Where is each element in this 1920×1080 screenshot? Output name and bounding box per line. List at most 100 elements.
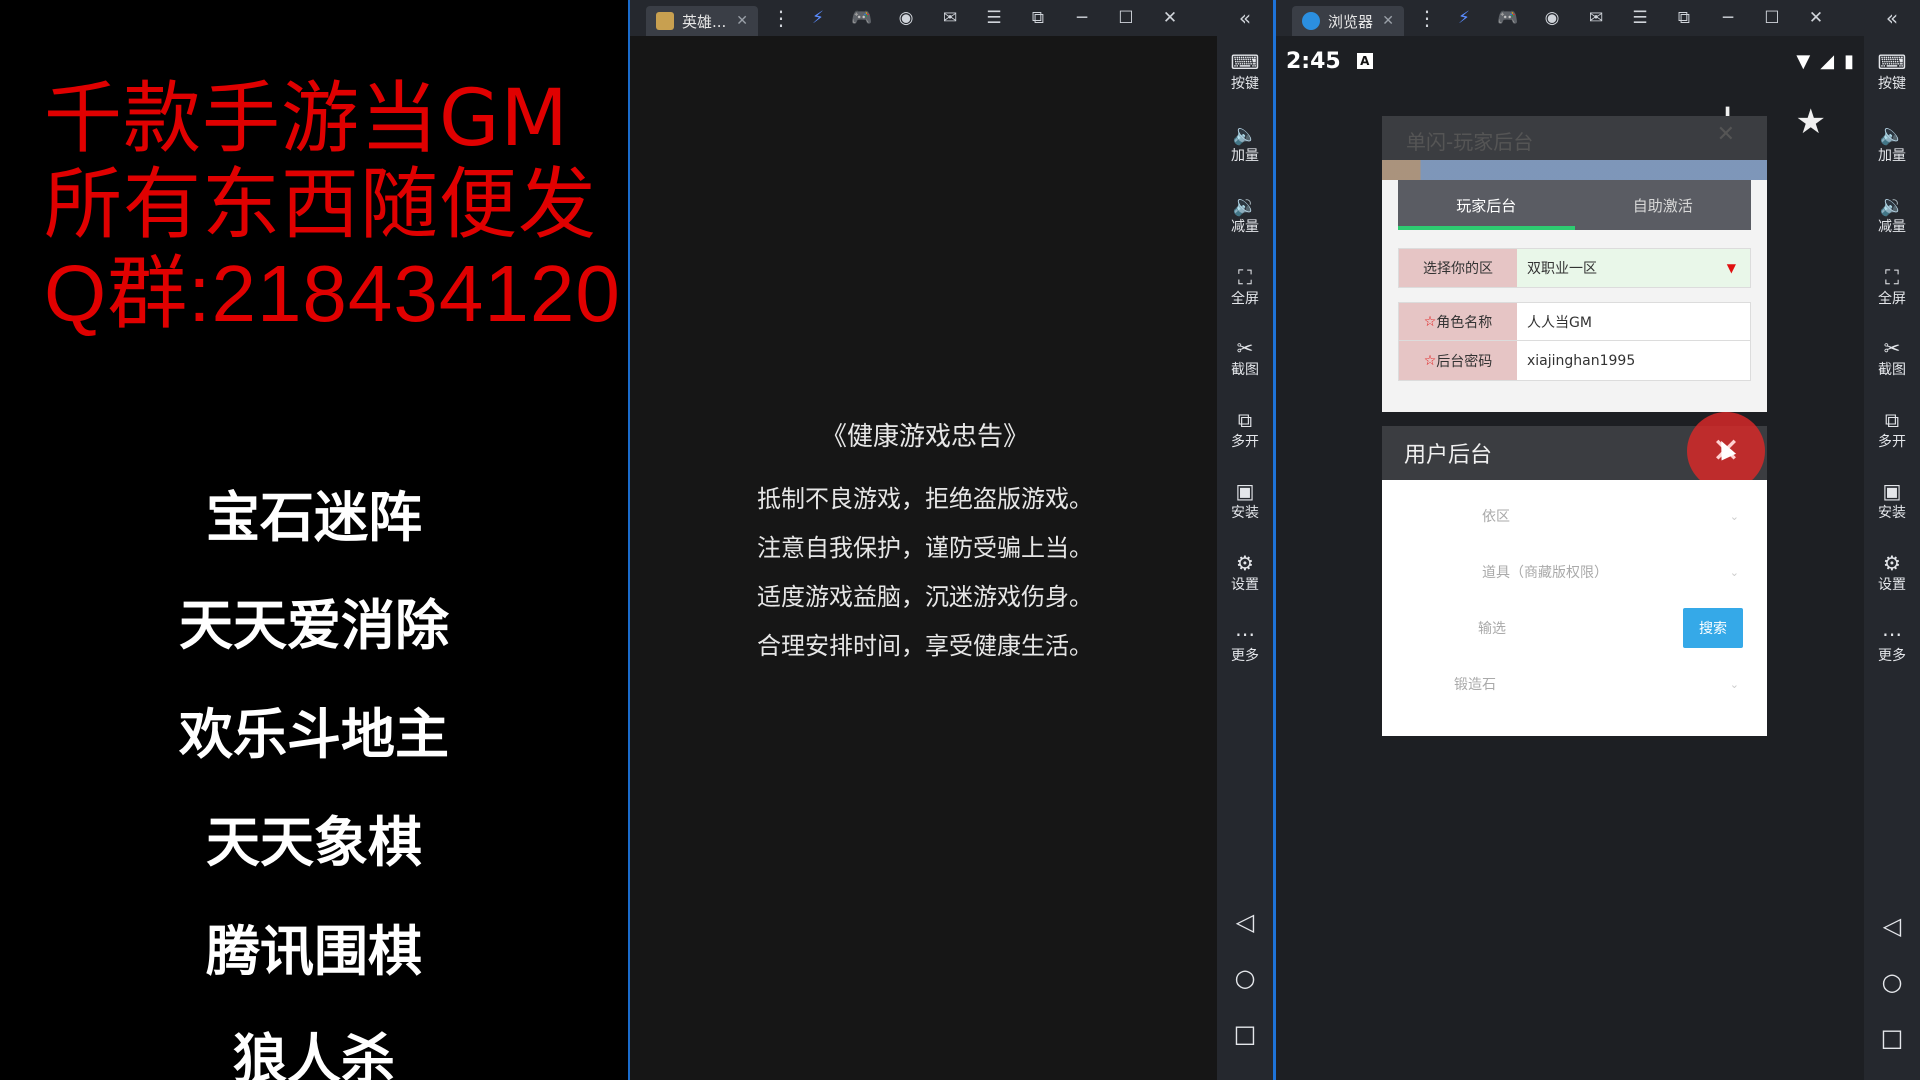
recents-icon[interactable]: □ [1217,1014,1273,1054]
emulator-screen[interactable]: 《健康游戏忠告》 抵制不良游戏，拒绝盗版游戏。 注意自我保护，谨防受骗上当。 适… [630,36,1220,1080]
close-icon[interactable]: ✕ [1382,13,1394,29]
title-bar: 英雄... ✕ ⋮ ⚡ 🎮 ◉ ✉ ☰ ⧉ ─ ☐ ✕ [630,0,1220,36]
advisory-line: 适度游戏益脑，沉迷游戏伤身。 [757,583,1093,611]
scissors-icon: ✂ [1236,336,1254,361]
sidebar-item-install[interactable]: ▣ 安装 [1864,465,1920,537]
promo-line-1: 千款手游当GM [44,74,569,164]
backend-tabs: 玩家后台 自助激活 [1398,180,1751,230]
banner-strip [1382,160,1767,180]
sidebar-item-volume-up[interactable]: 🔈 加量 [1864,108,1920,180]
volume-down-icon: 🔉 [1232,193,1258,218]
sidebar-item-multi[interactable]: ⧉ 多开 [1864,394,1920,466]
menu-icon[interactable]: ☰ [972,0,1016,36]
apk-install-icon: ▣ [1882,479,1902,504]
keyboard-icon: ⌨ [1230,50,1260,75]
lightning-icon[interactable]: ⚡ [796,0,840,36]
kebab-menu-icon[interactable]: ⋮ [1412,0,1442,36]
collapse-sidebar-icon[interactable]: « [1864,0,1920,36]
recent-card-player-backend[interactable]: 单闪-玩家后台 ✕ 玩家后台 自助激活 选择你的区 双职业一区 ▼ ☆ 角色名称… [1382,116,1767,412]
sidebar-item-settings[interactable]: ⚙ 设置 [1864,537,1920,609]
emulator-screen[interactable]: 2:45 A ▼ ◢ ▮ + ★ 单闪-玩家后台 ✕ 玩家后台 自助激活 [1276,36,1864,1080]
sidebar-item-fullscreen[interactable]: ⛶ 全屏 [1217,251,1273,323]
role-name-row[interactable]: ☆ 角色名称 人人当GM [1398,302,1751,341]
window-close-icon[interactable]: ✕ [1794,0,1838,36]
emulator-window-2: 浏览器 ✕ ⋮ ⚡ 🎮 ◉ ✉ ☰ ⧉ ─ ☐ ✕ 2:45 A ▼ ◢ ▮ ★… [1273,0,1920,1080]
password-input[interactable]: xiajinghan1995 [1517,341,1750,380]
bookmark-icon[interactable]: ★ [1796,102,1826,142]
forge-stone-row[interactable]: 锻造石 ⌄ [1382,664,1767,704]
sidebar-item-more[interactable]: ⋯ 更多 [1217,608,1273,680]
sidebar-item-fullscreen[interactable]: ⛶ 全屏 [1864,251,1920,323]
close-icon[interactable]: ✕ [1717,122,1735,147]
tab-player-backend[interactable]: 玩家后台 [1398,180,1575,230]
chevron-down-icon: ⌄ [1729,565,1739,579]
lightning-icon[interactable]: ⚡ [1442,0,1486,36]
recent-card-user-backend[interactable]: 用户后台 ✕ 依区 ⌄ 道具（商藏版权限） ⌄ 输选 搜索 锻造石 ⌄ [1382,412,1767,736]
kebab-menu-icon[interactable]: ⋮ [766,0,796,36]
required-star-icon: ☆ [1423,352,1437,369]
sidebar-item-volume-down[interactable]: 🔉 减量 [1217,179,1273,251]
android-status-bar: 2:45 A ▼ ◢ ▮ [1276,36,1864,86]
game-item: 天天爱消除 [179,594,449,658]
multi-instance-icon: ⧉ [1237,407,1253,432]
sidebar-item-screenshot[interactable]: ✂ 截图 [1217,322,1273,394]
notification-a-icon: A [1356,53,1373,69]
recents-icon[interactable]: □ [1864,1018,1920,1058]
sidebar-item-keys[interactable]: ⌨ 按键 [1217,36,1273,108]
menu-icon[interactable]: ☰ [1618,0,1662,36]
restore-window-icon[interactable]: ⧉ [1662,0,1706,36]
zone-row[interactable]: 依区 ⌄ [1382,496,1767,536]
zone-select-row[interactable]: 选择你的区 双职业一区 ▼ [1398,248,1751,288]
browser-app-icon [1302,12,1320,30]
mail-icon[interactable]: ✉ [928,0,972,36]
tab-browser[interactable]: 浏览器 ✕ [1292,6,1404,36]
card-ghost-title: 单闪-玩家后台 [1406,130,1534,154]
account-icon[interactable]: ◉ [884,0,928,36]
role-name-input[interactable]: 人人当GM [1517,303,1750,340]
signal-icon: ◢ [1820,50,1835,72]
restore-window-icon[interactable]: ⧉ [1016,0,1060,36]
volume-up-icon: 🔈 [1232,121,1258,146]
window-close-icon[interactable]: ✕ [1148,0,1192,36]
back-icon[interactable]: ◁ [1217,902,1273,942]
sidebar-item-settings[interactable]: ⚙ 设置 [1217,537,1273,609]
sidebar-item-volume-up[interactable]: 🔈 加量 [1217,108,1273,180]
tab-self-activation[interactable]: 自助激活 [1575,180,1752,230]
promo-line-qq-group: Q群:218434120 [44,249,621,338]
item-row[interactable]: 道具（商藏版权限） ⌄ [1382,552,1767,592]
clock: 2:45 [1286,48,1341,74]
password-row[interactable]: ☆ 后台密码 xiajinghan1995 [1398,341,1751,381]
zone-select[interactable]: 双职业一区 ▼ [1517,249,1750,287]
gamepad-icon[interactable]: 🎮 [840,0,884,36]
collapse-sidebar-icon[interactable]: « [1217,0,1273,36]
gamepad-icon[interactable]: 🎮 [1486,0,1530,36]
maximize-icon[interactable]: ☐ [1750,0,1794,36]
sidebar-item-install[interactable]: ▣ 安装 [1217,465,1273,537]
wifi-icon: ▼ [1796,50,1811,72]
more-icon: ⋯ [1882,622,1902,647]
health-advisory: 《健康游戏忠告》 抵制不良游戏，拒绝盗版游戏。 注意自我保护，谨防受骗上当。 适… [630,416,1220,671]
sidebar-item-volume-down[interactable]: 🔉 减量 [1864,179,1920,251]
back-icon[interactable]: ◁ [1864,906,1920,946]
sidebar-item-more[interactable]: ⋯ 更多 [1864,608,1920,680]
game-item: 狼人杀 [233,1028,395,1080]
settings-icon: ⚙ [1883,550,1901,575]
sidebar-item-keys[interactable]: ⌨ 按键 [1864,36,1920,108]
card-content: 玩家后台 自助激活 选择你的区 双职业一区 ▼ ☆ 角色名称 人人当GM ☆ 后台 [1382,160,1767,412]
emulator-window-1: 英雄... ✕ ⋮ ⚡ 🎮 ◉ ✉ ☰ ⧉ ─ ☐ ✕ 《健康游戏忠告》 抵制不… [628,0,1273,1080]
promo-panel: 千款手游当GM 所有东西随便发 Q群:218434120 宝石迷阵 天天爱消除 … [0,0,628,1080]
home-icon[interactable]: ○ [1217,958,1273,998]
close-icon[interactable]: ✕ [736,13,748,29]
minimize-icon[interactable]: ─ [1706,0,1750,36]
search-button[interactable]: 搜索 [1683,608,1743,648]
tab-game[interactable]: 英雄... ✕ [646,6,758,36]
card-title: 用户后台 [1404,443,1493,468]
game-list: 宝石迷阵 天天爱消除 欢乐斗地主 天天象棋 腾讯围棋 狼人杀 [0,458,628,1080]
minimize-icon[interactable]: ─ [1060,0,1104,36]
maximize-icon[interactable]: ☐ [1104,0,1148,36]
home-icon[interactable]: ○ [1864,962,1920,1002]
mail-icon[interactable]: ✉ [1574,0,1618,36]
sidebar-item-multi[interactable]: ⧉ 多开 [1217,394,1273,466]
account-icon[interactable]: ◉ [1530,0,1574,36]
sidebar-item-screenshot[interactable]: ✂ 截图 [1864,322,1920,394]
